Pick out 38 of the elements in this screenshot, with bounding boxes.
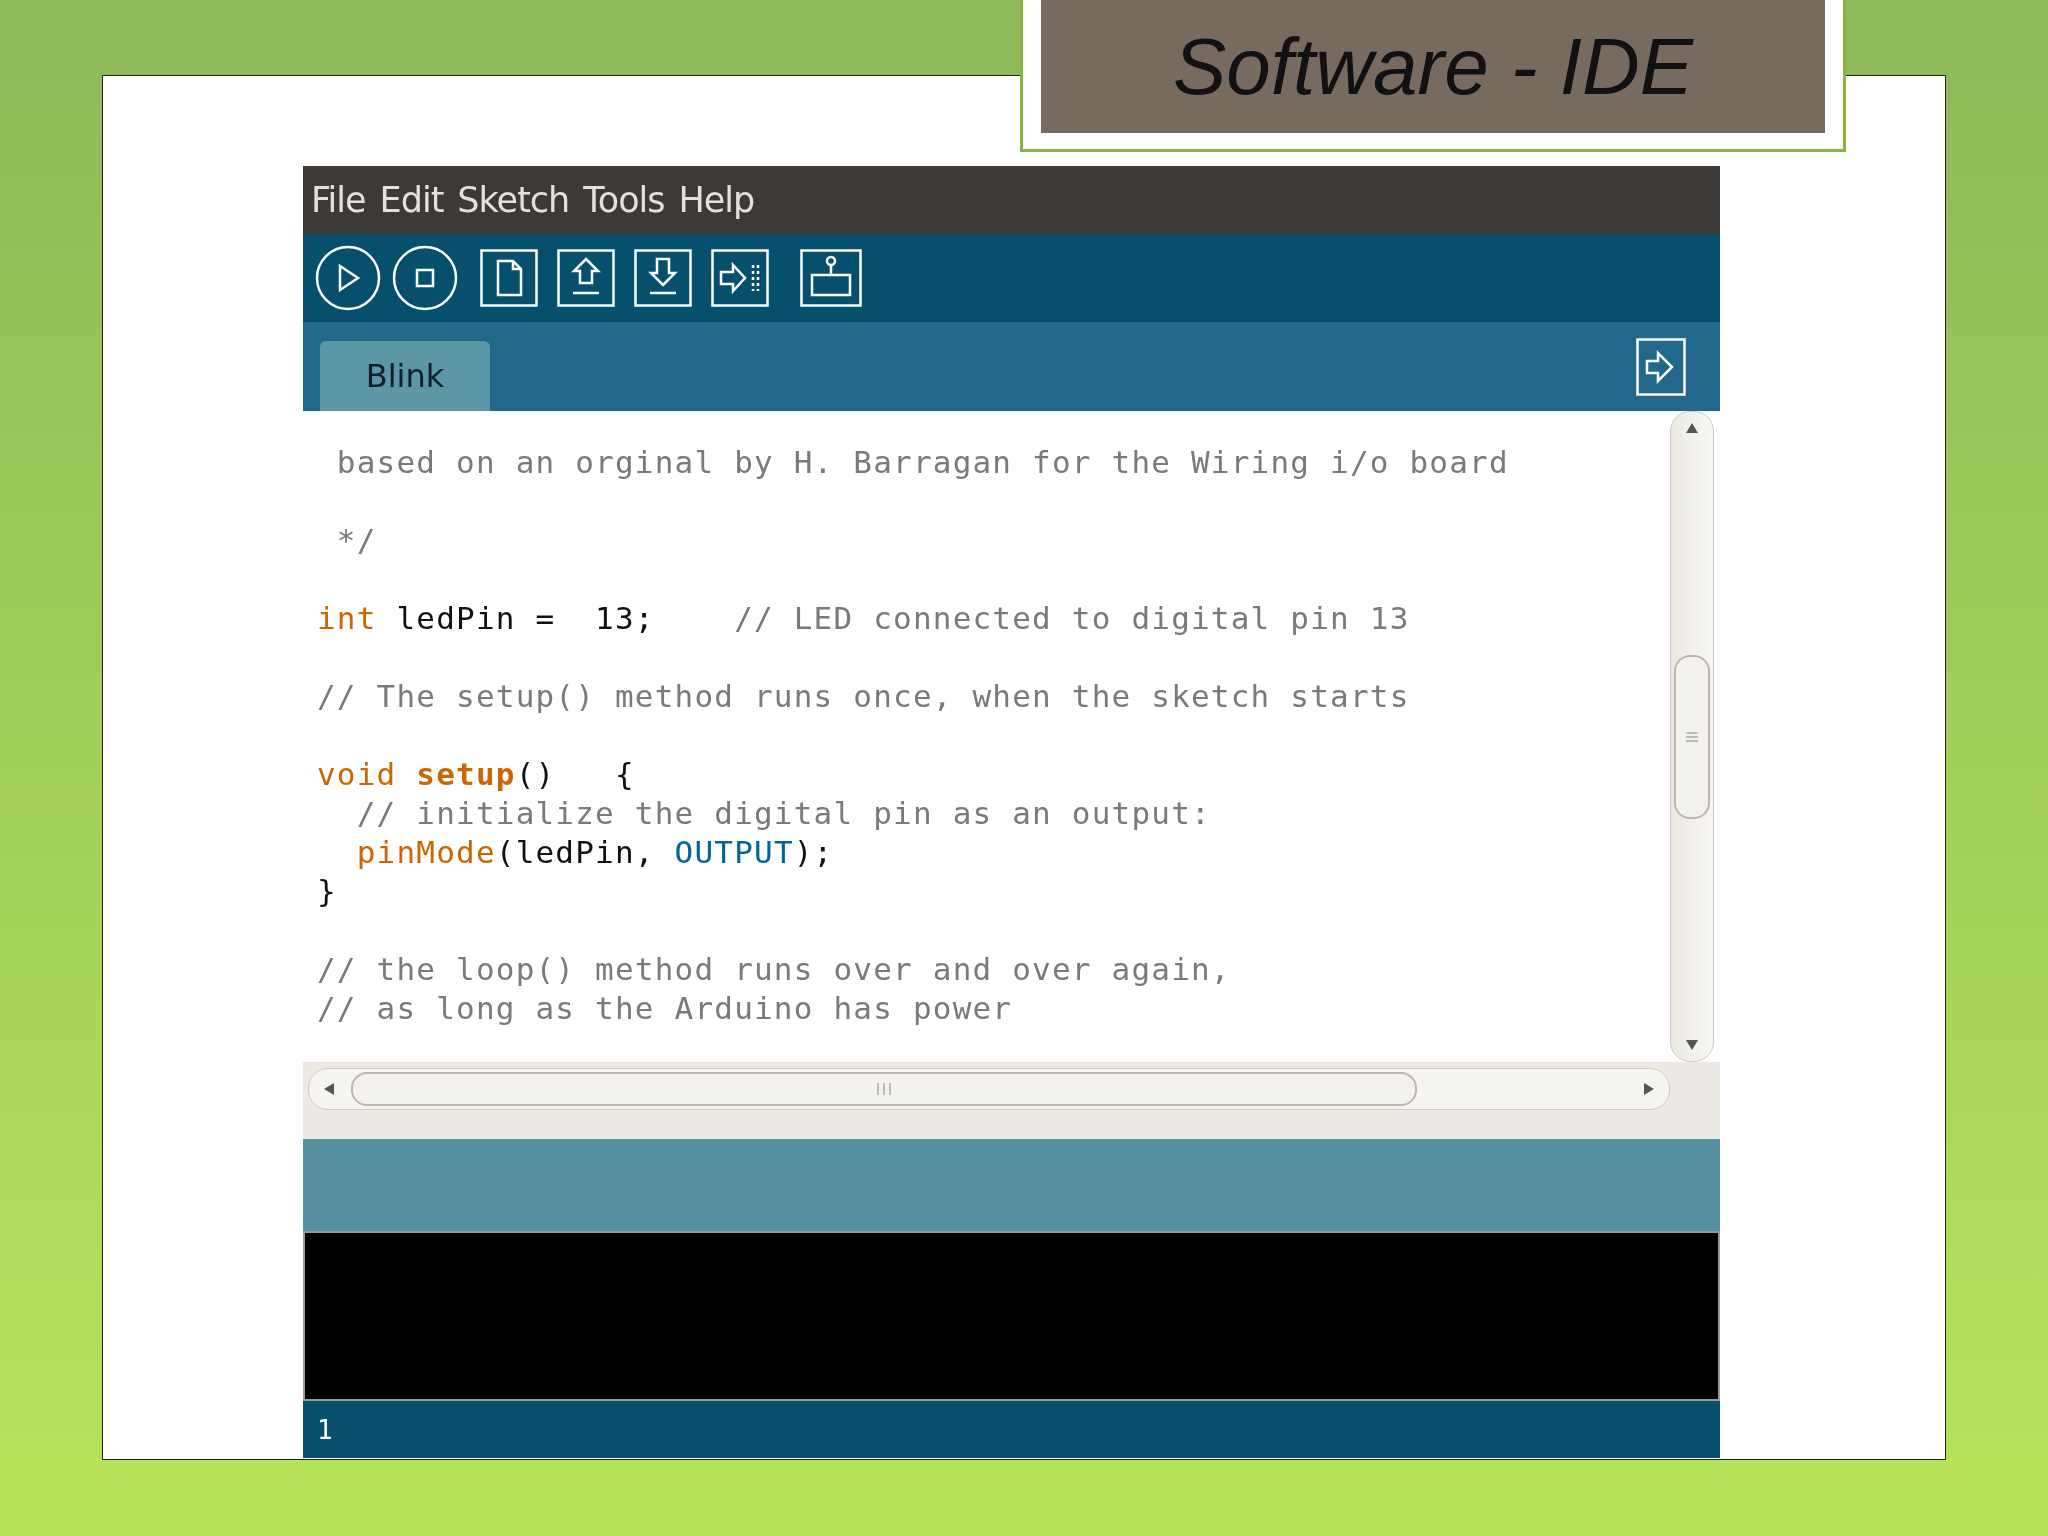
menu-item[interactable]: Tools [583,180,665,220]
play-icon [315,245,381,311]
code-line: pinMode(ledPin, OUTPUT); [355,833,835,872]
code-line: // as long as the Arduino has power [317,989,1014,1028]
open-button[interactable] [557,249,615,307]
monitor-icon [800,249,862,307]
code-line: // the loop() method runs over and over again, [317,950,1232,989]
new-button[interactable] [480,249,538,307]
horizontal-scrollbar[interactable] [308,1068,1670,1110]
code-line: void setup() { [317,755,636,794]
menu-item[interactable]: File [311,180,366,220]
vertical-scrollbar[interactable] [1670,411,1714,1062]
stop-button[interactable] [392,245,458,311]
menu-item[interactable]: Edit [379,180,444,220]
menu-item[interactable]: Sketch [457,180,570,220]
up-arrow-icon[interactable] [1685,422,1699,434]
code-line: // The setup() method runs once, when the sketch starts [317,677,1411,716]
down-arrow-icon[interactable] [1685,1039,1699,1051]
code-line: based on an orginal by H. Barragan for the Wiring i/o board [335,443,1510,482]
left-arrow-icon[interactable] [323,1082,335,1096]
serial-monitor-button[interactable] [800,249,862,307]
verify-button[interactable] [315,245,381,311]
grip-icon [1685,730,1699,743]
code-line: // initialize the digital pin as an output: [355,794,1212,833]
line-number: 1 [317,1414,333,1445]
tab-menu-button[interactable] [1636,337,1686,396]
save-button[interactable] [634,249,692,307]
tab[interactable]: Blink [320,341,490,411]
stop-icon [392,245,458,311]
new-file-icon [480,249,538,307]
code-line: int ledPin = 13; // LED connected to digital pin 13 [317,599,1411,638]
menu-item[interactable]: Help [678,180,755,220]
code-line: */ [335,521,378,560]
slide-title: Software - IDE [1172,20,1694,113]
upload-button[interactable] [711,249,769,307]
right-arrow-icon[interactable] [1643,1082,1655,1096]
code-line: } [317,872,338,911]
grip-icon [876,1082,892,1096]
